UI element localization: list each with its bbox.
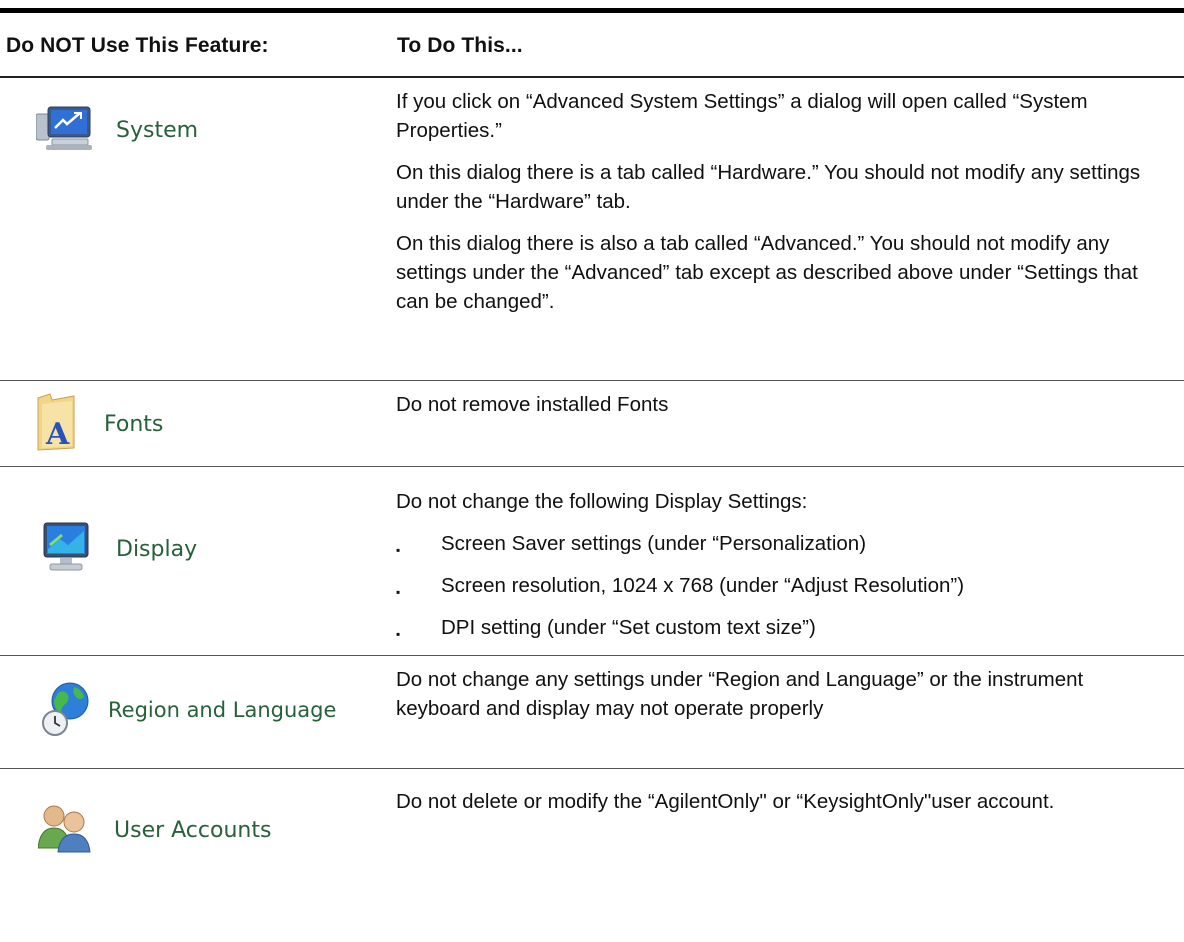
column-header-action: To Do This...	[397, 34, 523, 57]
feature-cell-region: Region and Language	[0, 678, 380, 742]
bullet-marker: ▪	[396, 627, 401, 641]
description-paragraph: Do not delete or modify the “AgilentOnly…	[396, 790, 1055, 813]
feature-label-region: Region and Language	[108, 698, 337, 722]
table-row-region: Region and Language Do not change any se…	[0, 656, 1184, 768]
table-row-system: System If you click on “Advanced System …	[0, 78, 1184, 380]
description-paragraph: Do not change any settings under “Region…	[396, 668, 1084, 720]
description-paragraph: If you click on “Advanced System Setting…	[396, 90, 1088, 142]
description-paragraph: On this dialog there is a tab called “Ha…	[396, 161, 1141, 213]
table-row-user-accounts: User Accounts Do not delete or modify th…	[0, 769, 1184, 889]
description-cell-fonts: Do not remove installed Fonts	[396, 390, 1166, 419]
bullet-marker: ▪	[396, 543, 401, 557]
feature-cell-fonts: A Fonts	[0, 391, 380, 457]
description-cell-display: Do not change the following Display Sett…	[396, 487, 1166, 647]
users-icon	[37, 802, 92, 859]
bullet-text: Screen resolution, 1024 x 768 (under “Ad…	[441, 574, 965, 597]
description-paragraph: On this dialog there is also a tab calle…	[396, 232, 1138, 313]
description-cell-region: Do not change any settings under “Region…	[396, 665, 1166, 723]
description-paragraph: Do not remove installed Fonts	[396, 393, 669, 416]
display-monitor-icon	[42, 521, 92, 578]
bullet-text: Screen Saver settings (under “Personaliz…	[441, 532, 867, 555]
feature-cell-user-accounts: User Accounts	[0, 797, 380, 863]
fonts-folder-icon: A	[36, 392, 78, 457]
svg-text:A: A	[45, 417, 70, 452]
feature-label-display: Display	[116, 536, 198, 562]
description-paragraph: Do not change the following Display Sett…	[396, 490, 808, 513]
system-computer-icon	[35, 104, 94, 157]
description-cell-system: If you click on “Advanced System Setting…	[396, 87, 1166, 316]
feature-label-system: System	[116, 117, 199, 143]
list-item: ▪ Screen resolution, 1024 x 768 (under “…	[396, 571, 1166, 600]
bullet-text: DPI setting (under “Set custom text size…	[441, 616, 816, 639]
feature-cell-display: Display	[0, 519, 380, 579]
feature-cell-system: System	[0, 100, 380, 160]
column-header-feature: Do NOT Use This Feature:	[6, 34, 269, 57]
list-item: ▪ Screen Saver settings (under “Personal…	[396, 529, 1166, 558]
list-item: ▪ DPI setting (under “Set custom text si…	[396, 613, 1166, 642]
feature-label-user-accounts: User Accounts	[114, 817, 272, 843]
table-row-fonts: A Fonts Do not remove installed Fonts	[0, 381, 1184, 466]
bullet-marker: ▪	[396, 585, 401, 599]
top-rule	[0, 8, 1184, 13]
feature-label-fonts: Fonts	[104, 411, 164, 437]
globe-clock-icon	[40, 679, 92, 742]
description-cell-user-accounts: Do not delete or modify the “AgilentOnly…	[396, 787, 1166, 816]
table-row-display: Display Do not change the following Disp…	[0, 467, 1184, 655]
